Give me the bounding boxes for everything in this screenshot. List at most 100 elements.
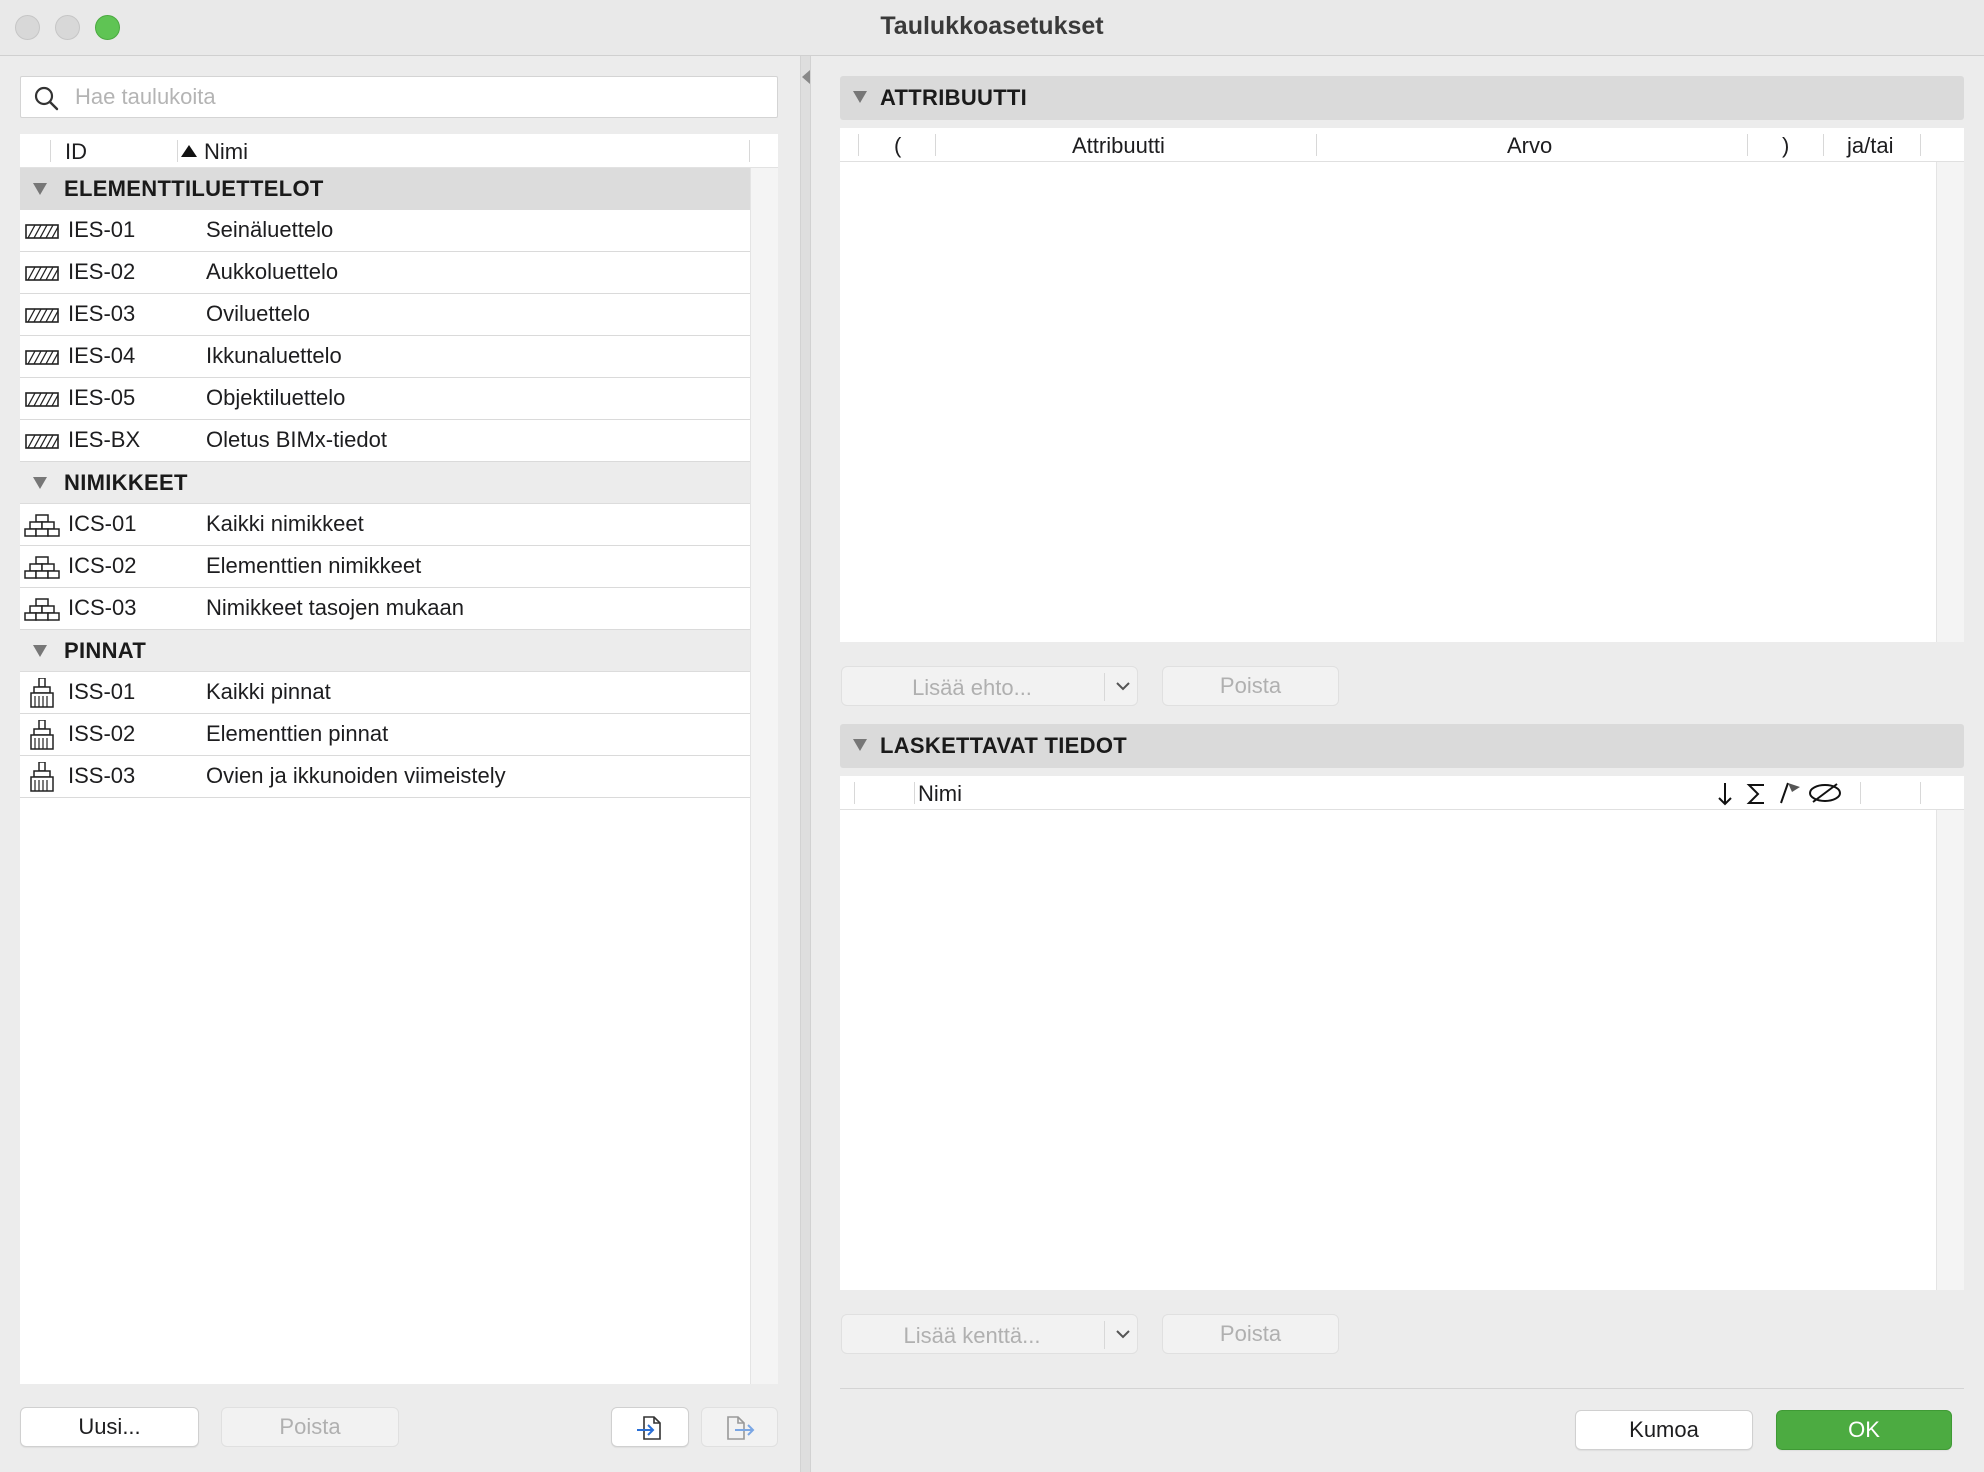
attribute-section-title: ATTRIBUUTTI	[880, 85, 1028, 110]
column-header-id[interactable]: ID	[65, 139, 87, 165]
item-name: Kaikki pinnat	[206, 679, 331, 704]
export-icon	[726, 1416, 754, 1440]
import-icon	[637, 1416, 661, 1440]
group-row[interactable]: PINNAT	[20, 630, 750, 672]
window-title: Taulukkoasetukset	[880, 12, 1104, 40]
export-button[interactable]	[701, 1407, 778, 1447]
item-name: Nimikkeet tasojen mukaan	[206, 595, 465, 620]
column-field-name: Nimi	[918, 781, 962, 806]
list-item[interactable]: ISS-02 Elementtien pinnat	[20, 714, 750, 756]
hatched-element-icon	[24, 300, 60, 330]
paint-brush-icon	[24, 761, 60, 792]
schedule-rows: ELEMENTTILUETTELOT IES-01 Seinäluettelo IES…	[20, 168, 750, 798]
list-item[interactable]: IES-BX Oletus BIMx-tiedot	[20, 420, 750, 462]
title-bar: Taulukkoasetukset	[0, 0, 1984, 56]
item-name: Elementtien pinnat	[206, 721, 389, 746]
chevron-down-icon	[1116, 1330, 1130, 1339]
add-field-dropdown[interactable]: Lisää kenttä...	[841, 1314, 1138, 1354]
schedule-details-pane: ATTRIBUUTTI ( Attribuutti Arvo ) ja/tai …	[811, 56, 1984, 1472]
item-name: Elementtien nimikkeet	[206, 553, 422, 578]
column-close-paren: )	[1782, 133, 1790, 158]
disclosure-triangle-icon[interactable]	[32, 644, 48, 658]
hidden-eye-icon	[1809, 783, 1841, 803]
attribute-section-header[interactable]: ATTRIBUUTTI	[840, 76, 1964, 120]
group-label: PINNAT	[64, 638, 147, 663]
item-name: Objektiluettelo	[206, 385, 346, 410]
item-name: Aukkoluettelo	[206, 259, 339, 284]
collapse-arrow-icon[interactable]	[801, 68, 811, 86]
add-criterion-dropdown[interactable]: Lisää ehto...	[841, 666, 1138, 706]
delete-field-button[interactable]: Poista	[1162, 1314, 1339, 1354]
criteria-table: ( Attribuutti Arvo ) ja/tai	[840, 128, 1964, 642]
item-id: ISS-02	[68, 721, 136, 746]
fields-scrollbar[interactable]	[1936, 810, 1964, 1290]
item-id: IES-02	[68, 259, 136, 284]
search-input[interactable]	[75, 81, 765, 113]
criteria-table-header: ( Attribuutti Arvo ) ja/tai	[840, 128, 1964, 162]
column-attribute: Attribuutti	[1072, 133, 1165, 158]
hatched-element-icon	[24, 384, 60, 414]
item-id: IES-04	[68, 343, 136, 368]
column-and-or: ja/tai	[1847, 133, 1894, 158]
flag-icon	[1780, 782, 1800, 804]
list-item[interactable]: ICS-02 Elementtien nimikkeet	[20, 546, 750, 588]
item-id: ICS-03	[68, 595, 137, 620]
item-name: Oviluettelo	[206, 301, 310, 326]
fields-table: Nimi	[840, 776, 1964, 1290]
list-item[interactable]: ICS-01 Kaikki nimikkeet	[20, 504, 750, 546]
item-name: Ovien ja ikkunoiden viimeistely	[206, 763, 506, 788]
list-item[interactable]: ISS-01 Kaikki pinnat	[20, 672, 750, 714]
criteria-scrollbar[interactable]	[1936, 162, 1964, 642]
delete-criterion-button[interactable]: Poista	[1162, 666, 1339, 706]
schedule-list: ID Nimi ELEMENTTILUETTELOT IES-01 Seinälue…	[20, 134, 778, 1384]
disclosure-triangle-icon[interactable]	[32, 182, 48, 196]
list-item[interactable]: IES-02 Aukkoluettelo	[20, 252, 750, 294]
disclosure-triangle-icon[interactable]	[32, 476, 48, 490]
item-id: IES-BX	[68, 427, 141, 452]
sort-ascending-icon	[181, 145, 197, 157]
ok-button[interactable]: OK	[1776, 1410, 1952, 1450]
item-id: IES-03	[68, 301, 136, 326]
hatched-element-icon	[24, 426, 60, 456]
new-schedule-button[interactable]: Uusi...	[20, 1407, 199, 1447]
fields-section-header[interactable]: LASKETTAVAT TIEDOT	[840, 724, 1964, 768]
fields-table-header: Nimi	[840, 776, 1964, 810]
item-name: Kaikki nimikkeet	[206, 511, 364, 536]
item-id: ISS-01	[68, 679, 136, 704]
item-id: ICS-01	[68, 511, 137, 536]
chevron-down-icon	[1116, 682, 1130, 691]
delete-schedule-button[interactable]: Poista	[221, 1407, 399, 1447]
item-name: Seinäluettelo	[206, 217, 334, 242]
brick-component-icon	[24, 594, 60, 624]
search-field[interactable]	[20, 76, 778, 118]
list-item[interactable]: IES-01 Seinäluettelo	[20, 210, 750, 252]
list-scrollbar[interactable]	[750, 168, 778, 1384]
list-item[interactable]: ICS-03 Nimikkeet tasojen mukaan	[20, 588, 750, 630]
pane-splitter[interactable]	[800, 56, 811, 1472]
brick-component-icon	[24, 510, 60, 540]
paint-brush-icon	[24, 719, 60, 750]
column-header-name[interactable]: Nimi	[204, 139, 248, 165]
schedule-settings-dialog: Taulukkoasetukset ID Nimi ELEMENTTILUETT…	[0, 0, 1984, 1472]
list-item[interactable]: ISS-03 Ovien ja ikkunoiden viimeistely	[20, 756, 750, 798]
search-icon	[34, 86, 59, 111]
column-open-paren: (	[894, 133, 902, 158]
cancel-button[interactable]: Kumoa	[1575, 1410, 1753, 1450]
add-field-label: Lisää kenttä...	[903, 1323, 1041, 1348]
list-item[interactable]: IES-05 Objektiluettelo	[20, 378, 750, 420]
list-item[interactable]: IES-04 Ikkunaluettelo	[20, 336, 750, 378]
group-row[interactable]: ELEMENTTILUETTELOT	[20, 168, 750, 210]
schedule-list-pane: ID Nimi ELEMENTTILUETTELOT IES-01 Seinälue…	[0, 56, 800, 1472]
disclosure-triangle-icon	[853, 739, 867, 751]
add-criterion-label: Lisää ehto...	[912, 675, 1032, 700]
hatched-element-icon	[24, 258, 60, 288]
item-id: ICS-02	[68, 553, 137, 578]
sort-order-icon	[1718, 783, 1732, 806]
import-button[interactable]	[611, 1407, 689, 1447]
group-row[interactable]: NIMIKKEET	[20, 462, 750, 504]
hatched-element-icon	[24, 216, 60, 246]
list-item[interactable]: IES-03 Oviluettelo	[20, 294, 750, 336]
fields-section-title: LASKETTAVAT TIEDOT	[880, 733, 1127, 758]
disclosure-triangle-icon	[853, 91, 867, 103]
item-name: Oletus BIMx-tiedot	[206, 427, 387, 452]
